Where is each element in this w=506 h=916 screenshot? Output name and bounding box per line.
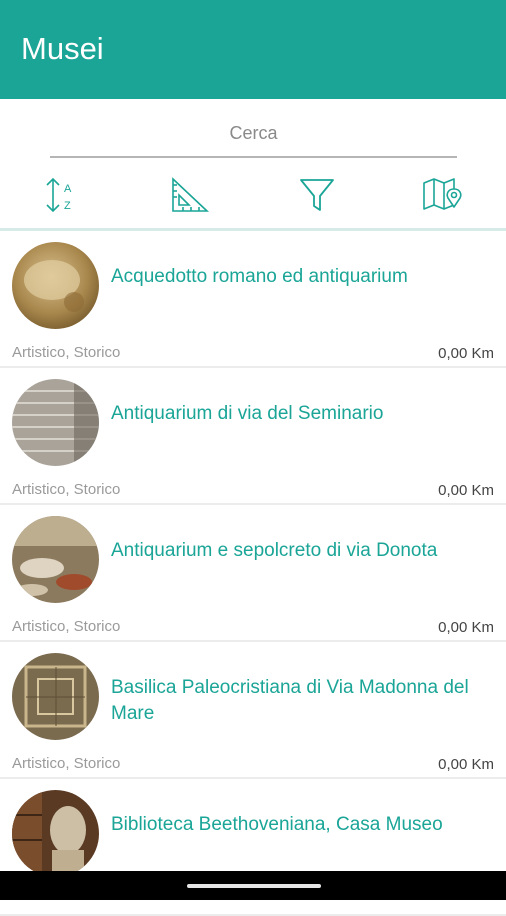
app-bar: Musei bbox=[0, 0, 506, 99]
museum-title: Basilica Paleocristiana di Via Madonna d… bbox=[111, 677, 469, 724]
museum-title: Antiquarium di via del Seminario bbox=[111, 403, 384, 424]
museum-category: Artistico, Storico bbox=[12, 618, 121, 635]
sort-az-icon: A Z bbox=[46, 177, 72, 213]
filter-icon bbox=[300, 179, 334, 211]
museum-thumbnail bbox=[12, 379, 99, 466]
museum-category: Artistico, Storico bbox=[12, 344, 121, 361]
list-item[interactable]: Basilica Paleocristiana di Via Madonna d… bbox=[0, 642, 506, 779]
list-item[interactable]: Antiquarium e sepolcreto di via Donota A… bbox=[0, 505, 506, 642]
museum-thumbnail bbox=[12, 242, 99, 329]
museum-distance: 0,00 Km bbox=[438, 619, 494, 636]
museum-distance: 0,00 Km bbox=[438, 345, 494, 362]
distance-sort-button[interactable] bbox=[165, 171, 213, 219]
museum-thumbnail bbox=[12, 516, 99, 603]
system-nav-bar bbox=[0, 871, 506, 900]
museum-list: Acquedotto romano ed antiquarium Artisti… bbox=[0, 231, 506, 916]
map-button[interactable] bbox=[419, 171, 467, 219]
museum-title: Antiquarium e sepolcreto di via Donota bbox=[111, 540, 438, 561]
museum-category: Artistico, Storico bbox=[12, 481, 121, 498]
museum-category: Artistico, Storico bbox=[12, 755, 121, 772]
svg-text:A: A bbox=[64, 183, 72, 195]
ruler-triangle-icon bbox=[172, 177, 210, 212]
list-item[interactable]: Antiquarium di via del Seminario Artisti… bbox=[0, 368, 506, 505]
museum-distance: 0,00 Km bbox=[438, 482, 494, 499]
page-title: Musei bbox=[21, 31, 104, 66]
museum-title: Acquedotto romano ed antiquarium bbox=[111, 266, 408, 287]
filter-button[interactable] bbox=[293, 171, 341, 219]
search-field[interactable] bbox=[50, 110, 457, 158]
museum-thumbnail bbox=[12, 790, 99, 877]
svg-text:Z: Z bbox=[64, 200, 71, 212]
map-pin-icon bbox=[423, 178, 462, 210]
toolbar: A Z bbox=[0, 165, 506, 225]
museum-thumbnail bbox=[12, 653, 99, 740]
list-item[interactable]: Acquedotto romano ed antiquarium Artisti… bbox=[0, 231, 506, 368]
museum-title: Biblioteca Beethoveniana, Casa Museo bbox=[111, 814, 443, 835]
museum-distance: 0,00 Km bbox=[438, 756, 494, 773]
search-input[interactable] bbox=[50, 110, 457, 156]
home-indicator[interactable] bbox=[187, 884, 321, 888]
sort-button[interactable]: A Z bbox=[38, 171, 86, 219]
